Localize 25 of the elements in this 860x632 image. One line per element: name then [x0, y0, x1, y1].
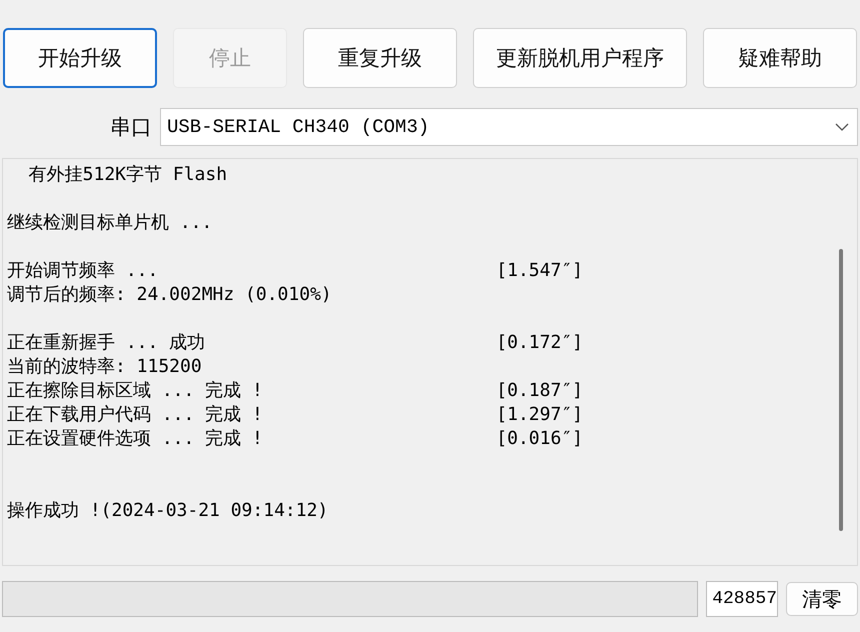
port-dropdown[interactable]: USB-SERIAL CH340 (COM3) [160, 108, 858, 146]
elapsed-time: [0.172″] [496, 331, 583, 355]
port-label: 串口 [110, 114, 153, 141]
log-line: 开始调节频率 ... [7, 259, 158, 283]
log-line: 有外挂512K字节 Flash [28, 163, 228, 187]
log-line: 正在重新握手 ... 成功 [7, 331, 206, 355]
elapsed-time: [1.547″] [496, 259, 583, 283]
elapsed-time: [0.187″] [496, 379, 583, 403]
log-line: 正在下载用户代码 ... 完成 ! [7, 403, 263, 427]
elapsed-time: [0.016″] [496, 427, 583, 451]
log-line: 正在设置硬件选项 ... 完成 ! [7, 427, 263, 451]
log-line: 调节后的频率: 24.002MHz (0.010%) [7, 283, 332, 307]
log-line: 操作成功 !(2024-03-21 09:14:12) [7, 499, 328, 523]
log-line: 当前的波特率: 115200 [7, 355, 202, 379]
toolbar-button[interactable]: 重复升级 [303, 28, 457, 88]
scrollbar-thumb[interactable] [839, 249, 843, 531]
chevron-down-icon [835, 123, 849, 131]
clear-button[interactable]: 清零 [786, 582, 858, 616]
elapsed-time: [1.297″] [496, 403, 583, 427]
counter-field: 428857 [706, 581, 778, 617]
log-line: 正在擦除目标区域 ... 完成 ! [7, 379, 263, 403]
log-line: 继续检测目标单片机 ... [7, 211, 212, 235]
toolbar-button[interactable]: 更新脱机用户程序 [473, 28, 687, 88]
toolbar-button[interactable]: 开始升级 [3, 28, 157, 88]
toolbar-button[interactable]: 疑难帮助 [703, 28, 857, 88]
